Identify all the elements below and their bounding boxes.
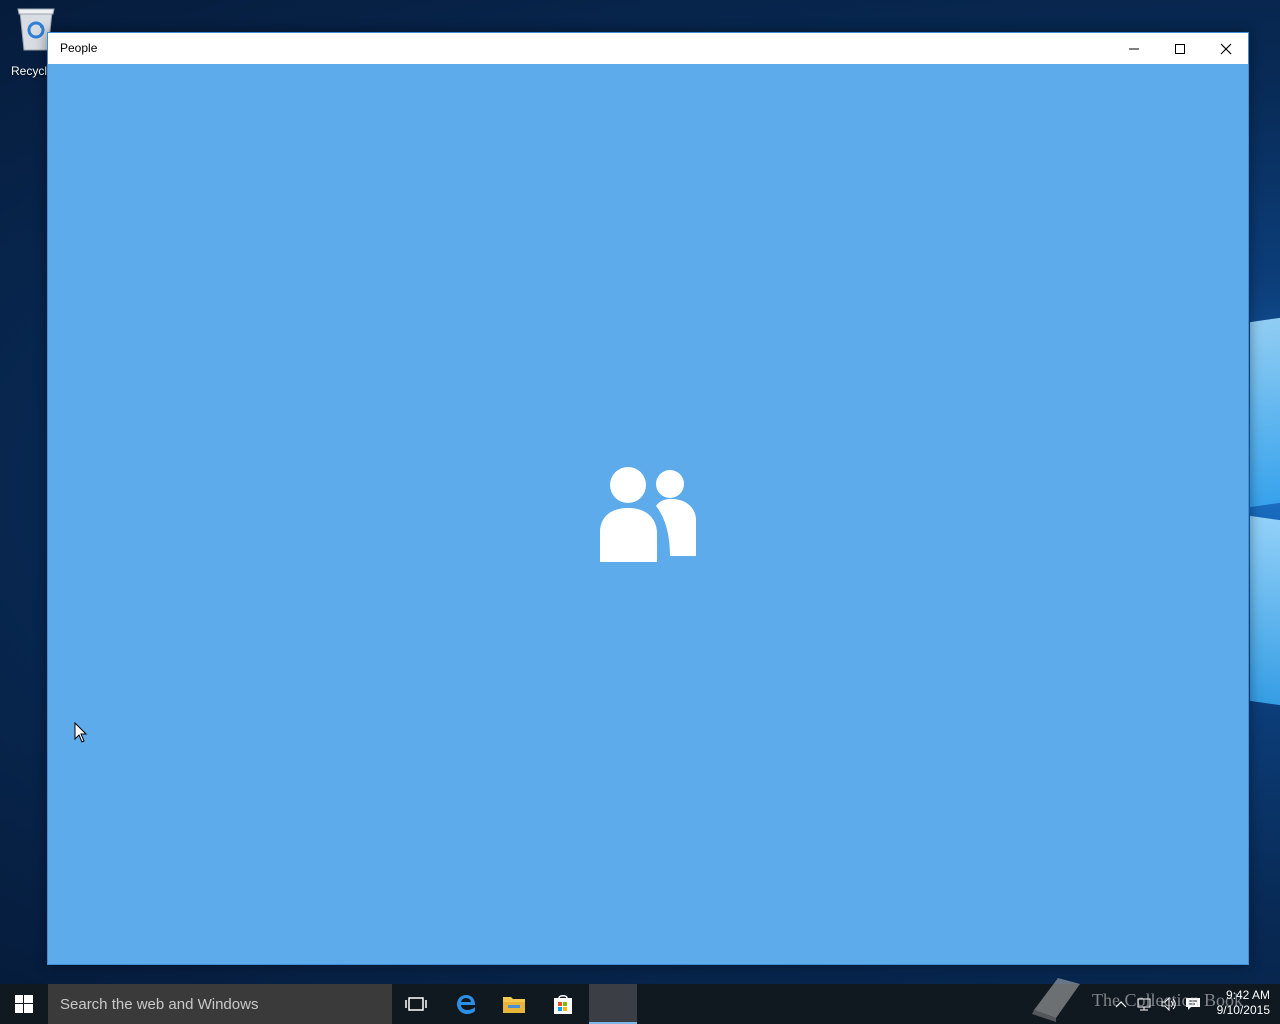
- folder-icon: [503, 997, 525, 1013]
- windows-start-icon: [15, 995, 33, 1013]
- store-icon: [554, 995, 572, 1014]
- close-icon: [1220, 43, 1232, 54]
- wallpaper-logo-pane: [1250, 515, 1280, 706]
- search-box[interactable]: Search the web and Windows: [48, 984, 392, 1024]
- people-taskbar-button[interactable]: [589, 984, 637, 1024]
- minimize-button[interactable]: [1111, 33, 1157, 64]
- search-placeholder: Search the web and Windows: [60, 996, 259, 1013]
- close-button[interactable]: [1203, 33, 1249, 64]
- people-icon: [600, 467, 696, 562]
- file-explorer-button[interactable]: [490, 984, 538, 1024]
- maximize-icon: [1175, 43, 1185, 54]
- splash-screen: [48, 64, 1248, 964]
- window-title: People: [60, 41, 98, 55]
- people-app-window: People: [47, 32, 1249, 965]
- book-icon: [1032, 978, 1080, 1022]
- task-view-icon: [405, 997, 427, 1011]
- wallpaper-logo-pane: [1250, 317, 1280, 508]
- mouse-cursor-icon: [74, 722, 88, 743]
- task-view-button[interactable]: [392, 984, 440, 1024]
- minimize-icon: [1129, 48, 1139, 49]
- watermark-text: The Collection Book: [1092, 990, 1243, 1010]
- maximize-button[interactable]: [1157, 33, 1203, 64]
- watermark: The Collection Book: [1028, 974, 1268, 1024]
- store-button[interactable]: [539, 984, 587, 1024]
- edge-icon: [457, 995, 475, 1014]
- title-bar[interactable]: People: [48, 33, 1248, 64]
- edge-button[interactable]: [442, 984, 490, 1024]
- start-button[interactable]: [0, 984, 48, 1024]
